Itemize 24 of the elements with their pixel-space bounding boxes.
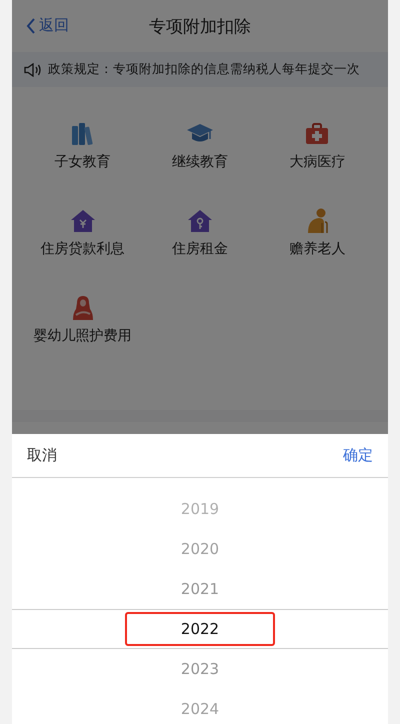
page-title: 专项附加扣除 (149, 16, 251, 38)
category-item[interactable]: 继续教育 (141, 121, 259, 208)
year-option[interactable]: 2020 (125, 532, 275, 566)
year-option[interactable]: 2023 (125, 652, 275, 686)
year-option[interactable]: 2022 (125, 612, 275, 646)
category-item[interactable]: 婴幼儿照护费用 (24, 295, 142, 382)
cancel-button[interactable]: 取消 (27, 444, 57, 467)
category-item[interactable]: 赡养老人 (258, 208, 376, 295)
year-option[interactable]: 2021 (125, 572, 275, 606)
house-key-icon (186, 208, 213, 234)
mother-baby-icon (72, 295, 94, 321)
speaker-icon (24, 62, 42, 76)
category-item[interactable]: 住房租金 (141, 208, 259, 295)
chevron-left-icon (26, 18, 36, 34)
category-item[interactable]: 大病医疗 (258, 121, 376, 208)
category-item[interactable]: 子女教育 (24, 121, 142, 208)
year-option[interactable]: 2024 (125, 692, 275, 724)
category-item[interactable]: 住房贷款利息 (24, 208, 142, 295)
back-button[interactable]: 返回 (24, 14, 71, 37)
confirm-button[interactable]: 确定 (343, 444, 373, 467)
elderly-person-icon (305, 208, 330, 234)
house-icon (70, 208, 96, 234)
first-aid-kit-icon (305, 121, 330, 147)
policy-notice: 政策规定：专项附加扣除的信息需纳税人每年提交一次 (48, 61, 360, 78)
